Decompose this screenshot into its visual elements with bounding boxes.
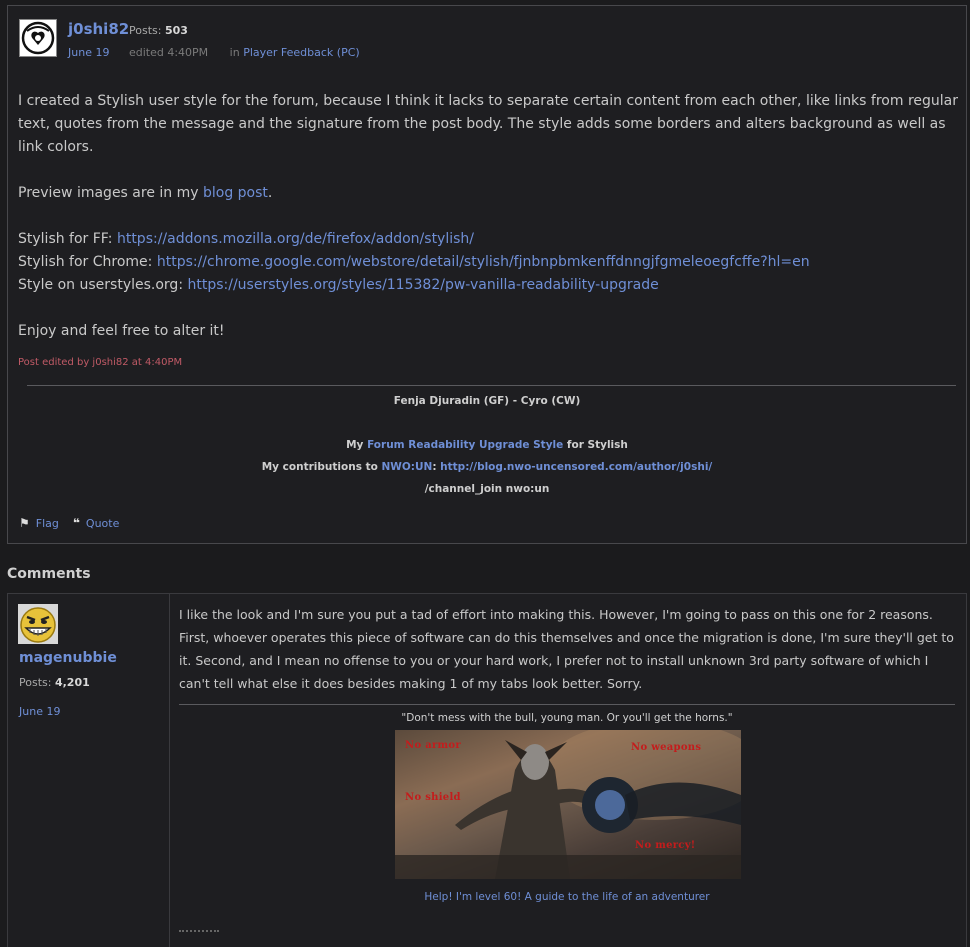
signature-line-1: Fenja Djuradin (GF) - Cyro (CW) [393, 395, 581, 407]
signature-line-3: My contributions to NWO:UN: http://blog.… [8, 461, 966, 473]
comment-posts-count: 4,201 [54, 676, 90, 689]
post-author-link[interactable]: j0shi82 [68, 20, 129, 38]
comments-heading: Comments [7, 566, 91, 582]
post-edit-note: Post edited by j0shi82 at 4:40PM [18, 357, 183, 368]
closing-line: Enjoy and feel free to alter it! [18, 323, 225, 339]
banner-no-mercy: No mercy! [635, 840, 696, 851]
flag-link[interactable]: Flag [36, 517, 59, 530]
banner-no-shield: No shield [405, 792, 461, 803]
posts-count: 503 [164, 24, 188, 37]
quote-link[interactable]: Quote [86, 517, 119, 530]
signature-divider [27, 385, 956, 386]
ff-label: Stylish for FF: [18, 231, 117, 247]
nwoun-link[interactable]: NWO:UN [382, 461, 433, 473]
ff-line: Stylish for FF: https://addons.mozilla.o… [18, 228, 958, 251]
preview-prefix: Preview images are in my [18, 185, 203, 201]
posts-label: Posts: [129, 24, 162, 37]
comment-item: magenubbie Posts: 4,201 June 19 I like t… [7, 593, 967, 947]
banner-no-armor: No armor [405, 740, 461, 751]
sig-prefix: My [346, 439, 368, 451]
comment-body: I like the look and I'm sure you put a t… [179, 607, 954, 691]
sig-colon: : [432, 461, 441, 473]
comment-author-link[interactable]: magenubbie [19, 650, 117, 666]
sig-suffix: for Stylish [563, 439, 628, 451]
comment-footer-fragment [179, 930, 219, 936]
comment-author-posts: Posts: 4,201 [19, 676, 90, 689]
userstyles-link[interactable]: https://userstyles.org/styles/115382/pw-… [187, 277, 658, 293]
post-meta: June 19 edited 4:40PM in Player Feedback… [68, 46, 360, 59]
banner-no-weapons: No weapons [631, 742, 702, 753]
userstyles-label: Style on userstyles.org: [18, 277, 188, 293]
signature-line-2: My Forum Readability Upgrade Style for S… [8, 439, 966, 451]
nwoun-author-link[interactable]: http://blog.nwo-uncensored.com/author/j0… [440, 461, 712, 473]
flag-icon: ⚑ [19, 516, 30, 530]
chrome-line: Stylish for Chrome: https://chrome.googl… [18, 251, 958, 274]
signature-line-4: /channel_join nwo:un [424, 483, 550, 495]
comment-author-panel: magenubbie Posts: 4,201 June 19 [8, 594, 170, 947]
grinning-face-icon [18, 604, 58, 644]
sig-contrib-prefix: My contributions to [261, 461, 382, 473]
chrome-label: Stylish for Chrome: [18, 254, 157, 270]
ff-addon-link[interactable]: https://addons.mozilla.org/de/firefox/ad… [117, 231, 474, 247]
blog-post-link[interactable]: blog post [203, 185, 268, 201]
comment-posts-label: Posts: [19, 676, 52, 689]
comment-signature-quote: "Don't mess with the bull, young man. Or… [401, 712, 733, 724]
adventurer-guide-link[interactable]: Help! I'm level 60! A guide to the life … [179, 891, 955, 903]
comment-date-link[interactable]: June 19 [19, 705, 60, 718]
category-link[interactable]: Player Feedback (PC) [243, 46, 360, 59]
userstyles-line: Style on userstyles.org: https://usersty… [18, 274, 958, 297]
comment-signature-divider [179, 704, 955, 705]
readability-style-link[interactable]: Forum Readability Upgrade Style [367, 439, 563, 451]
post-date-link[interactable]: June 19 [68, 46, 109, 59]
author-avatar[interactable] [19, 19, 57, 57]
post-edited-time: edited 4:40PM [128, 46, 209, 59]
post-paragraph: I created a Stylish user style for the f… [18, 93, 958, 155]
quote-icon: ❝ [72, 516, 80, 530]
preview-suffix: . [267, 185, 273, 201]
preview-line: Preview images are in my blog post. [18, 182, 958, 205]
signature-banner-image: No armor No weapons No shield No mercy! [395, 730, 741, 879]
avatar-emblem-icon [21, 21, 55, 55]
chrome-webstore-link[interactable]: https://chrome.google.com/webstore/detai… [157, 254, 810, 270]
comment-avatar[interactable] [18, 604, 58, 644]
original-post: j0shi82 Posts: 503 June 19 edited 4:40PM… [7, 5, 967, 544]
post-actions: ⚑ Flag ❝ Quote [19, 516, 119, 530]
category-in-label: in [229, 46, 240, 59]
post-body: I created a Stylish user style for the f… [18, 90, 958, 343]
post-author-posts: Posts: 503 [129, 24, 188, 37]
